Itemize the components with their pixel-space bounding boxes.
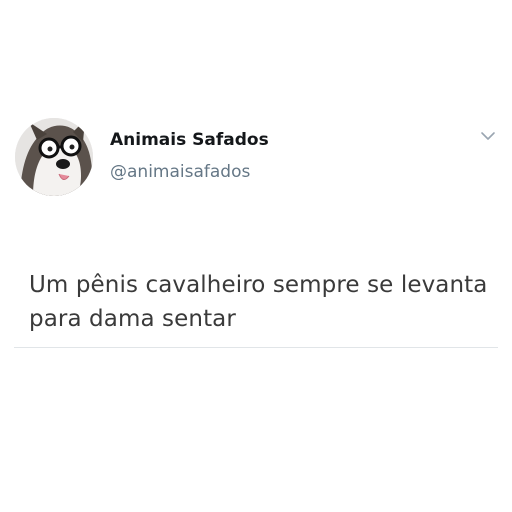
divider — [14, 347, 498, 348]
author-display-name[interactable]: Animais Safados — [110, 130, 269, 150]
chevron-down-icon[interactable] — [478, 128, 498, 144]
author-handle[interactable]: @animaisafados — [110, 162, 250, 182]
tweet-text: Um pênis cavalheiro sempre se levanta pa… — [29, 272, 488, 332]
tweet-card: Animais Safados @animaisafados Um pênis … — [0, 0, 512, 512]
husky-dog-avatar-icon — [15, 118, 93, 196]
avatar[interactable] — [15, 118, 93, 196]
